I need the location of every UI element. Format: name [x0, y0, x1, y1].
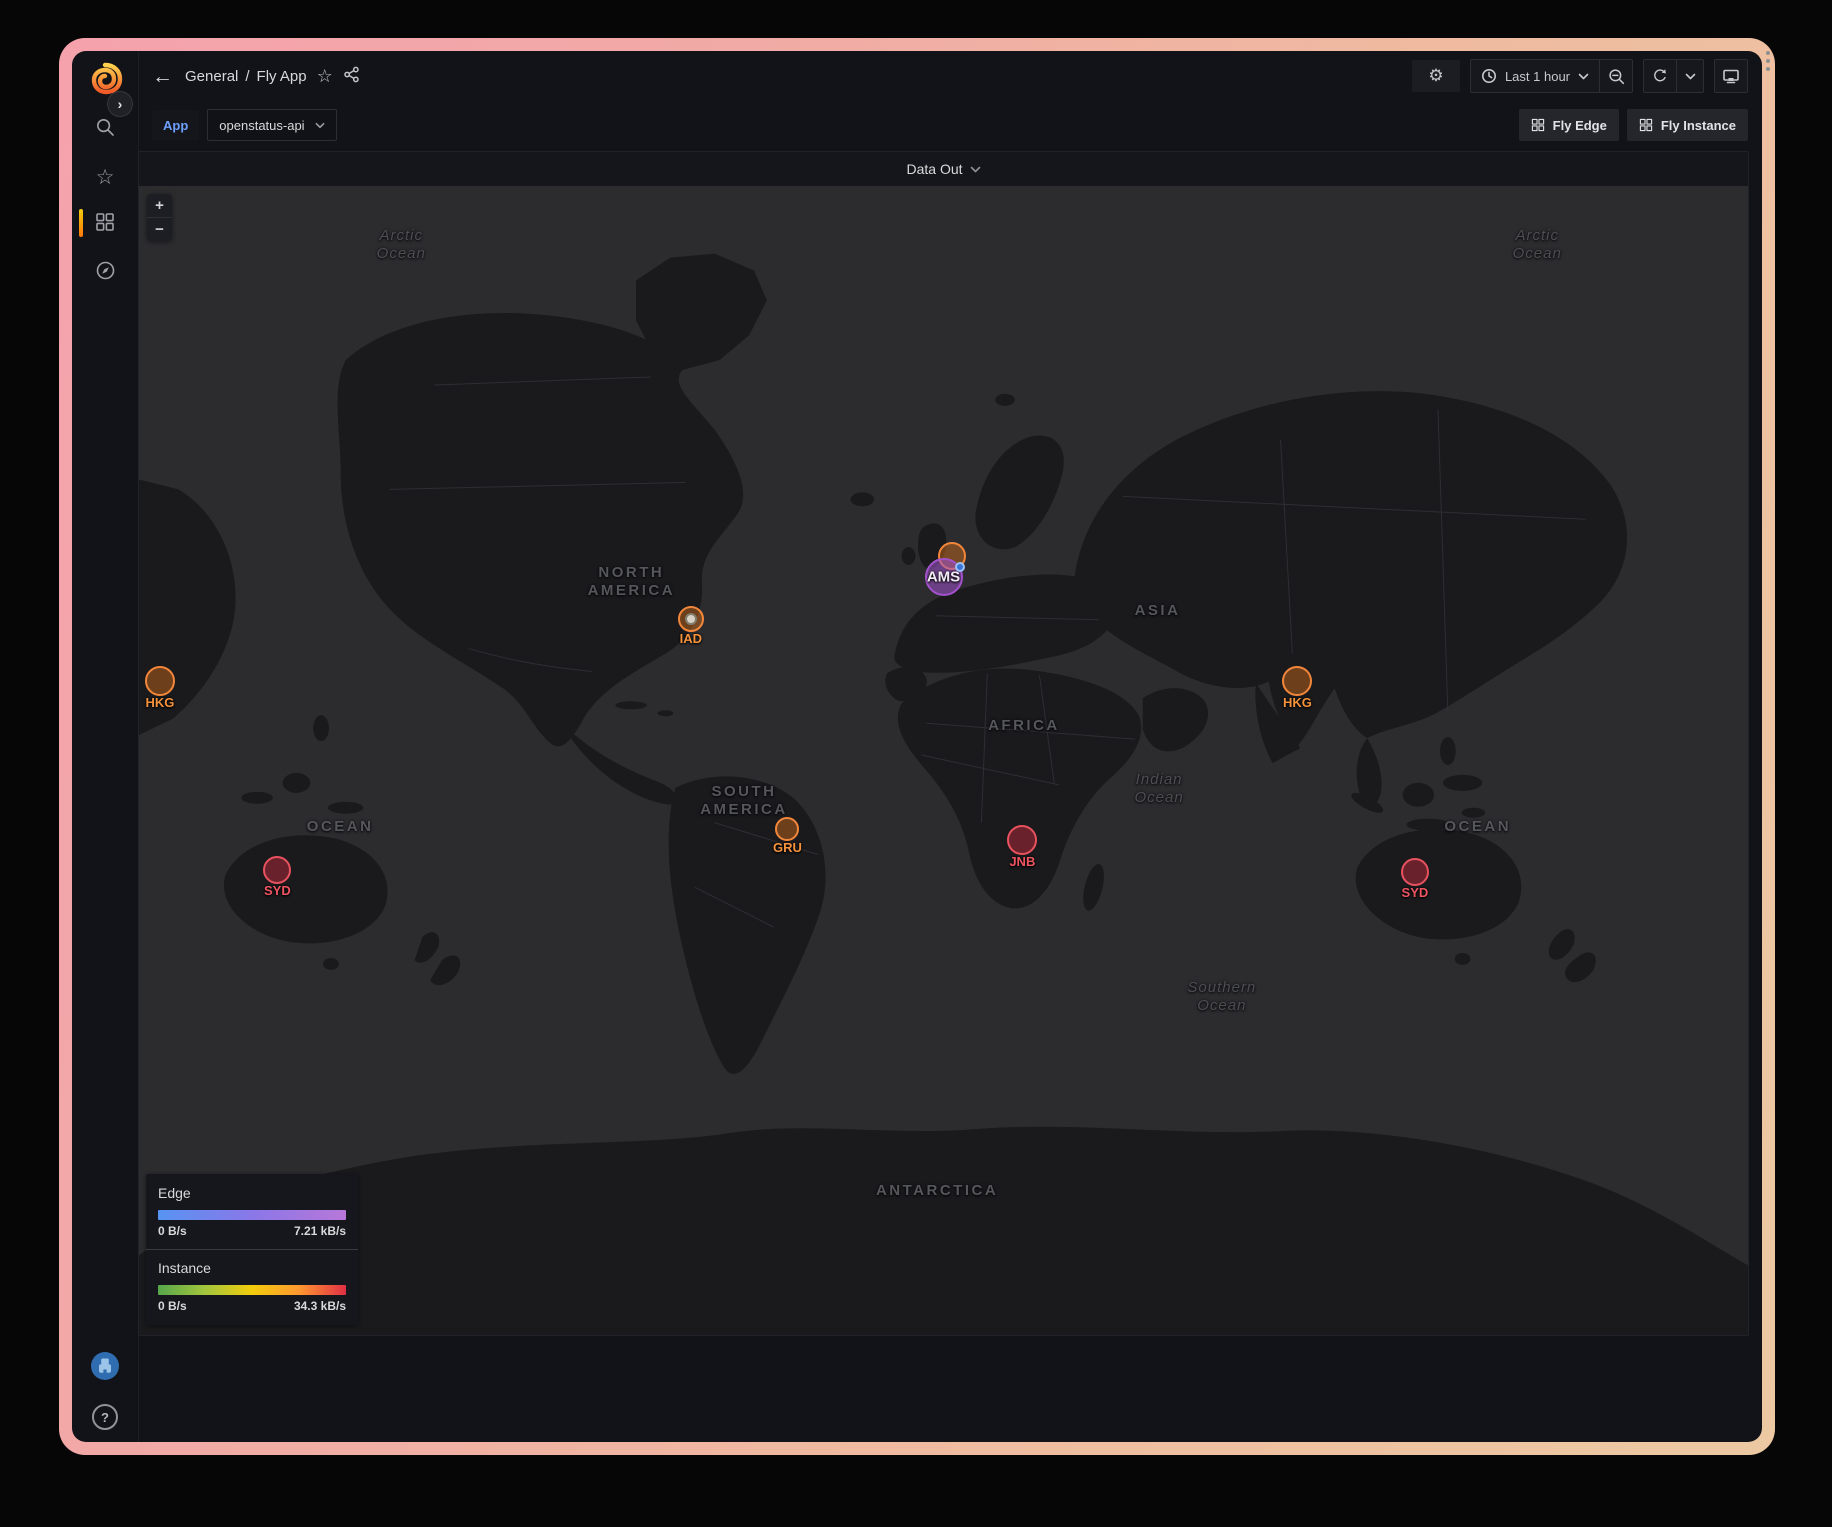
- refresh-interval-chevron-icon[interactable]: [1677, 60, 1703, 92]
- sidebar: ☆ ?: [72, 51, 139, 1442]
- fly-instance-button[interactable]: Fly Instance: [1627, 109, 1748, 141]
- map-label-indian-ocean: IndianOcean: [1134, 771, 1183, 807]
- settings-gear-icon[interactable]: ⚙: [1412, 60, 1460, 92]
- user-avatar[interactable]: [72, 1352, 138, 1380]
- map-marker-label: SYD: [1402, 885, 1429, 900]
- legend-max: 7.21 kB/s: [294, 1224, 346, 1238]
- grid-icon: [1531, 118, 1545, 132]
- kiosk-monitor-icon[interactable]: [1715, 60, 1747, 92]
- variable-value: openstatus-api: [219, 118, 304, 133]
- back-arrow-icon[interactable]: ←: [152, 66, 173, 87]
- breadcrumb-page: Fly App: [257, 68, 307, 85]
- refresh-icon[interactable]: [1644, 60, 1676, 92]
- panel-header[interactable]: Data Out: [139, 152, 1748, 186]
- panel-menu-chevron-icon[interactable]: [970, 166, 981, 173]
- refresh-group: [1643, 59, 1704, 93]
- grid-icon: [1639, 118, 1653, 132]
- legend-title: Instance: [158, 1260, 346, 1276]
- legend-max: 34.3 kB/s: [294, 1299, 346, 1313]
- legend-section-edge: Edge 0 B/s 7.21 kB/s: [158, 1185, 346, 1238]
- map-marker-label: HKG: [1283, 695, 1312, 710]
- legend-title: Edge: [158, 1185, 346, 1201]
- legend-gradient-bar: [158, 1285, 346, 1295]
- fly-instance-label: Fly Instance: [1661, 118, 1736, 133]
- map-marker-label: GRU: [773, 840, 802, 855]
- variable-value-dropdown[interactable]: openstatus-api: [207, 109, 336, 141]
- legend-min: 0 B/s: [158, 1224, 187, 1238]
- map-legend: Edge 0 B/s 7.21 kB/s Instance 0 B/s: [146, 1174, 358, 1325]
- active-item-accent: [79, 209, 83, 237]
- map-label-antarctica: ANTARCTICA: [876, 1182, 998, 1200]
- time-range-label: Last 1 hour: [1505, 69, 1570, 84]
- top-navigation: ← General / Fly App ☆ ⚙ Last 1 hour: [138, 51, 1762, 101]
- window-edge-dots: [1766, 67, 1770, 71]
- zoom-out-button[interactable]: −: [147, 217, 172, 241]
- map-marker-label: JNB: [1009, 854, 1035, 869]
- window-edge-dots: [1766, 51, 1770, 55]
- chevron-down-icon: [315, 122, 325, 129]
- map-marker-label: SYD: [264, 883, 291, 898]
- legend-divider: [146, 1249, 358, 1250]
- help-question-mark: ?: [101, 1410, 109, 1425]
- expand-sidebar-icon[interactable]: ›: [107, 91, 133, 117]
- window-frame: ☆ ?: [59, 38, 1775, 1455]
- map-label-north-america: NORTHAMERICA: [588, 564, 676, 600]
- breadcrumb-separator: /: [245, 68, 249, 85]
- clock-icon: [1481, 68, 1497, 84]
- map-marker-label: HKG: [145, 695, 174, 710]
- breadcrumb[interactable]: General / Fly App: [185, 68, 307, 85]
- legend-min: 0 B/s: [158, 1299, 187, 1313]
- time-range-picker[interactable]: Last 1 hour: [1471, 60, 1599, 92]
- map-label-arctic-ocean-west: ArcticOcean: [377, 227, 426, 263]
- map-zoom-control: + −: [147, 194, 172, 241]
- map-label-arctic-ocean-east: ArcticOcean: [1513, 227, 1562, 263]
- map-label-asia: ASIA: [1135, 602, 1181, 620]
- geomap-panel: Data Out: [138, 151, 1749, 1336]
- chevron-down-icon: [1578, 73, 1589, 80]
- share-icon[interactable]: [343, 66, 360, 86]
- map-label-southern-ocean: SouthernOcean: [1187, 979, 1256, 1015]
- panel-title[interactable]: Data Out: [906, 161, 962, 177]
- breadcrumb-section[interactable]: General: [185, 68, 238, 85]
- fly-edge-button[interactable]: Fly Edge: [1519, 109, 1619, 141]
- star-icon[interactable]: ☆: [72, 165, 138, 190]
- map-label-africa: AFRICA: [988, 717, 1060, 735]
- search-icon[interactable]: [72, 117, 138, 137]
- favorite-star-icon[interactable]: ☆: [317, 67, 333, 85]
- map-marker-label: AMS: [927, 568, 960, 585]
- dashboard-submenu: App openstatus-api Fly Edge Fly Instance: [138, 101, 1762, 149]
- map-marker-label: IAD: [680, 631, 702, 646]
- zoom-in-button[interactable]: +: [147, 194, 172, 217]
- map-label-south-america: SOUTHAMERICA: [700, 783, 788, 819]
- explore-compass-icon[interactable]: [72, 260, 138, 281]
- kiosk-group: [1714, 59, 1748, 93]
- time-picker-group: Last 1 hour: [1470, 59, 1633, 93]
- map-label-ocean-west: OCEAN: [307, 818, 374, 836]
- grafana-logo[interactable]: [72, 61, 138, 97]
- legend-section-instance: Instance 0 B/s 34.3 kB/s: [158, 1260, 346, 1313]
- map-label-ocean-east: OCEAN: [1444, 818, 1511, 836]
- variable-label: App: [152, 110, 199, 140]
- legend-gradient-bar: [158, 1210, 346, 1220]
- window-edge-dots: [1766, 59, 1770, 63]
- help-icon[interactable]: ?: [72, 1404, 138, 1430]
- world-map[interactable]: ArcticOcean ArcticOcean NORTHAMERICA ASIA AF…: [139, 186, 1748, 1335]
- zoom-out-magnifier-icon[interactable]: [1600, 60, 1632, 92]
- fly-edge-label: Fly Edge: [1553, 118, 1607, 133]
- grafana-window: ☆ ?: [72, 51, 1762, 1442]
- world-map-svg: [139, 186, 1748, 1335]
